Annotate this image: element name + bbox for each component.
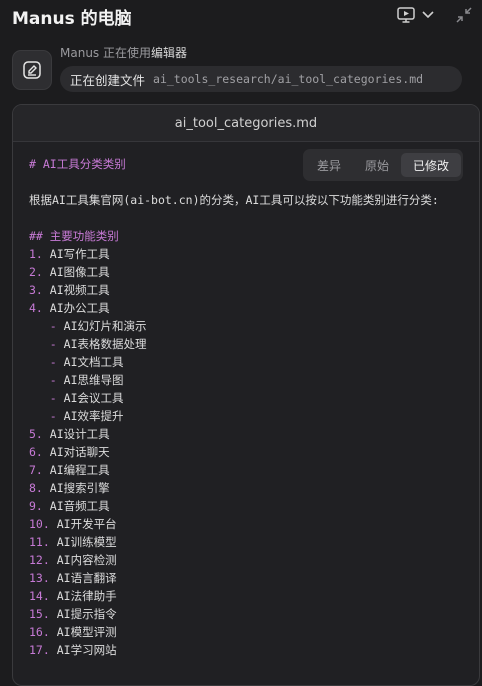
tool-name: 编辑器 (151, 46, 188, 60)
list-item: 7. AI编程工具 (29, 463, 110, 477)
list-item: 15. AI提示指令 (29, 607, 117, 621)
agent-name: Manus (60, 46, 100, 60)
list-item: 16. AI模型评测 (29, 625, 117, 639)
editor-tool-icon (12, 50, 52, 90)
list-item: 11. AI训练模型 (29, 535, 117, 549)
list-item: 14. AI法律助手 (29, 589, 117, 603)
list-item: 13. AI语言翻译 (29, 571, 117, 585)
file-action-verb: 正在创建文件 (70, 72, 146, 88)
list-item: 9. AI音频工具 (29, 499, 110, 513)
collapse-icon[interactable] (454, 5, 474, 25)
list-item: 1. AI写作工具 (29, 247, 110, 261)
document-content: # AI工具分类类别 根据AI工具集官网(ai-bot.cn)的分类，AI工具可… (29, 155, 439, 659)
activity-status: Manus 正在使用编辑器 (60, 44, 187, 61)
sub-list-item: - AI文档工具 (49, 355, 124, 369)
list-item: 3. AI视频工具 (29, 283, 110, 297)
list-item: 6. AI对话聊天 (29, 445, 110, 459)
sub-list-item: - AI会议工具 (49, 391, 124, 405)
list-item: 12. AI内容检测 (29, 553, 117, 567)
sub-list-item: - AI思维导图 (49, 373, 124, 387)
list-item: 2. AI图像工具 (29, 265, 110, 279)
page-title: Manus 的电脑 (12, 9, 132, 29)
list-item: 10. AI开发平台 (29, 517, 117, 531)
monitor-play-icon[interactable] (396, 5, 416, 25)
chevron-down-icon[interactable] (420, 5, 436, 25)
doc-intro: 根据AI工具集官网(ai-bot.cn)的分类，AI工具可以按以下功能类别进行分… (29, 193, 439, 207)
list-item: 17. AI学习网站 (29, 643, 117, 657)
sub-list-item: - AI效率提升 (49, 409, 124, 423)
list-item: 5. AI设计工具 (29, 427, 110, 441)
doc-heading: # AI工具分类类别 (29, 157, 126, 171)
activity-row: Manus 正在使用编辑器 正在创建文件 ai_tools_research/a… (12, 44, 472, 92)
sub-list-item: - AI幻灯片和演示 (49, 319, 147, 333)
status-text: 正在使用 (103, 46, 152, 60)
doc-section-heading: ## 主要功能类别 (29, 229, 119, 243)
file-path: ai_tools_research/ai_tool_categories.md (153, 72, 424, 86)
sub-list-item: - AI表格数据处理 (49, 337, 147, 351)
editor-filename: ai_tool_categories.md (13, 105, 479, 142)
computer-header: Manus 的电脑 (0, 0, 482, 32)
file-action-pill[interactable]: 正在创建文件 ai_tools_research/ai_tool_categor… (60, 66, 462, 92)
list-item: 4. AI办公工具 (29, 301, 110, 315)
editor-panel: ai_tool_categories.md 差异 原始 已修改 # AI工具分类… (12, 104, 480, 686)
list-item: 8. AI搜索引擎 (29, 481, 110, 495)
